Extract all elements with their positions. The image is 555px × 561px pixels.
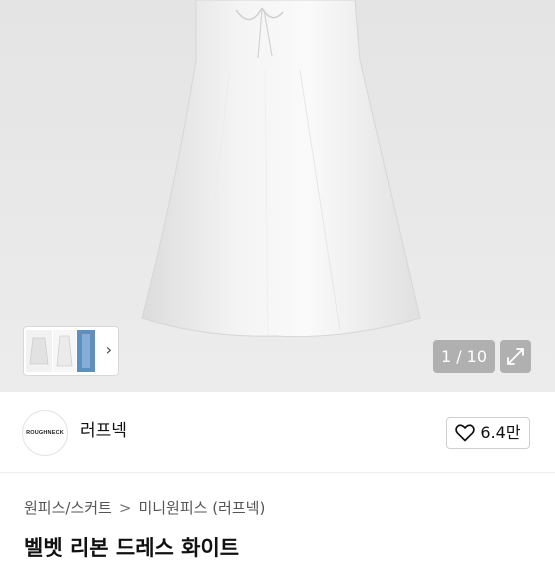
seller-row: ROUGHNECK 러프넥 6.4만 xyxy=(0,392,555,472)
like-button[interactable]: 6.4만 xyxy=(446,417,530,449)
chevron-right-icon[interactable]: › xyxy=(106,340,112,360)
product-title: 벨벳 리본 드레스 화이트 xyxy=(24,536,240,560)
thumbnail-images xyxy=(26,330,95,372)
brand-logo-text: ROUGHNECK xyxy=(26,430,64,436)
brand-logo[interactable]: ROUGHNECK xyxy=(22,410,68,456)
breadcrumb-category[interactable]: 원피스/스커트 xyxy=(24,499,112,517)
expand-icon xyxy=(507,348,524,365)
expand-button[interactable] xyxy=(500,340,531,373)
breadcrumb-subcategory[interactable]: 미니원피스 (러프넥) xyxy=(138,499,265,517)
like-count: 6.4만 xyxy=(480,423,521,442)
brand-name[interactable]: 러프넥 xyxy=(80,420,127,442)
image-counter: 1 / 10 xyxy=(433,340,495,373)
heart-outline-icon xyxy=(455,424,476,442)
product-image-gallery[interactable]: › 1 / 10 xyxy=(0,0,555,392)
divider xyxy=(0,472,555,473)
thumbnail-strip[interactable]: › xyxy=(24,327,118,375)
breadcrumb-separator: > xyxy=(118,499,132,517)
breadcrumb: 원피스/스커트 > 미니원피스 (러프넥) xyxy=(24,498,265,518)
